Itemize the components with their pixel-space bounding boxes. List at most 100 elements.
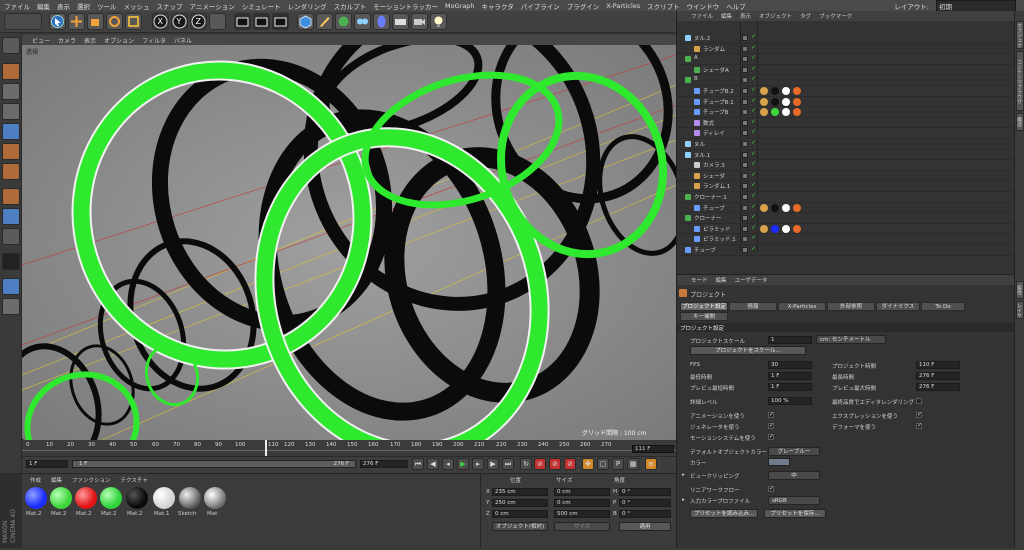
y-axis-lock[interactable]: Y: [171, 13, 188, 30]
recent-tool-icon[interactable]: [125, 13, 142, 30]
object-row[interactable]: A ✓: [677, 54, 1014, 65]
pen-icon[interactable]: [316, 13, 333, 30]
end-frame-field[interactable]: 276 F: [360, 460, 408, 468]
enable-check-icon[interactable]: ✓: [751, 160, 756, 167]
object-row[interactable]: クローナー.1 ✓: [677, 192, 1014, 203]
3d-viewport[interactable]: 透視 グリッド間隔 : 100 cm: [22, 45, 676, 440]
object-row[interactable]: ピラミッド ✓: [677, 224, 1014, 235]
menu-item[interactable]: スナップ: [157, 1, 183, 11]
attribute-menu-item[interactable]: モード: [691, 276, 708, 284]
visibility-toggle[interactable]: [742, 119, 748, 126]
attribute-menu-item[interactable]: 編集: [716, 276, 727, 284]
save-preset-button[interactable]: プリセットを保存...: [764, 509, 826, 518]
tab-structure[interactable]: 構造: [1016, 113, 1024, 131]
object-row[interactable]: ピラミッド.1 ✓: [677, 234, 1014, 245]
object-row[interactable]: チューブB ✓: [677, 107, 1014, 118]
playhead[interactable]: [265, 440, 267, 456]
fps-field[interactable]: 30: [768, 361, 812, 369]
layout-select[interactable]: 初期: [936, 0, 1016, 11]
material-tag-icon[interactable]: [760, 224, 768, 233]
material-menu-item[interactable]: ファンクション: [72, 476, 111, 484]
apply-button[interactable]: 適用: [619, 522, 671, 531]
object-row[interactable]: ヌル.2 ✓: [677, 33, 1014, 44]
material-swatch[interactable]: [100, 487, 122, 509]
tab-info[interactable]: 情報: [729, 302, 777, 311]
select-tool-icon[interactable]: [49, 13, 66, 30]
size-mode-select[interactable]: サイズ: [554, 522, 610, 531]
min-time-field[interactable]: 1 F: [768, 372, 812, 380]
attribute-menu-item[interactable]: ユーザデータ: [735, 276, 768, 284]
viewport-menu-item[interactable]: ビュー: [32, 36, 50, 45]
cube-icon[interactable]: [297, 13, 314, 30]
material-tag-icon[interactable]: [793, 97, 801, 106]
rotate-tool-icon[interactable]: [106, 13, 123, 30]
position-x-field[interactable]: 235 cm: [492, 488, 548, 496]
menu-item[interactable]: 編集: [37, 1, 50, 11]
enable-check-icon[interactable]: ✓: [751, 75, 756, 82]
material-tag-icon[interactable]: [760, 97, 768, 106]
object-row[interactable]: クローナー ✓: [677, 213, 1014, 224]
scale-unit-select[interactable]: cm: センチメートル: [816, 335, 886, 344]
material-tag-icon[interactable]: [771, 97, 779, 106]
visibility-toggle[interactable]: [742, 247, 748, 253]
enable-check-icon[interactable]: ✓: [751, 245, 756, 252]
lod-field[interactable]: 100 %: [768, 397, 812, 405]
lock-icon[interactable]: [2, 298, 20, 315]
rotation-b-field[interactable]: 0 °: [619, 510, 671, 518]
go-to-start-icon[interactable]: ⏮: [412, 458, 424, 470]
material-swatch[interactable]: [50, 487, 72, 509]
viewport-menu-item[interactable]: カメラ: [58, 36, 76, 45]
loop-icon[interactable]: ↻: [520, 458, 532, 470]
make-editable-icon[interactable]: [2, 37, 20, 54]
material-tag-icon[interactable]: [793, 203, 801, 212]
material-tag-icon[interactable]: [782, 203, 790, 212]
input-profile-select[interactable]: sRGB: [768, 496, 820, 505]
visibility-toggle[interactable]: [742, 45, 748, 52]
tab-references[interactable]: 外部参照: [827, 302, 875, 311]
menu-item[interactable]: レンダリング: [288, 1, 327, 11]
visibility-toggle[interactable]: [742, 130, 748, 137]
magnet-icon[interactable]: [2, 278, 20, 295]
render-settings-icon[interactable]: [272, 13, 289, 30]
key-param-icon[interactable]: P: [612, 458, 624, 470]
scale-tool-icon[interactable]: [87, 13, 104, 30]
material-tag-icon[interactable]: [782, 87, 790, 95]
object-row[interactable]: カメラ.3 ✓: [677, 160, 1014, 171]
material-swatch[interactable]: [75, 487, 97, 509]
menu-item[interactable]: ファイル: [4, 1, 30, 11]
z-axis-lock[interactable]: Z: [190, 13, 207, 30]
object-menu-item[interactable]: オブジェクト: [759, 12, 792, 20]
object-row[interactable]: ヌル ✓: [677, 139, 1014, 150]
edges-mode-icon[interactable]: [2, 143, 20, 160]
viewport-menu-item[interactable]: 表示: [84, 36, 96, 45]
menu-item[interactable]: シミュレート: [242, 1, 281, 11]
menu-item[interactable]: プラグイン: [567, 1, 600, 11]
prev-key-icon[interactable]: ◀: [427, 458, 439, 470]
scale-project-button[interactable]: プロジェクトをスケール...: [690, 346, 806, 355]
object-row[interactable]: ランダム.1 ✓: [677, 181, 1014, 192]
material-swatch[interactable]: [179, 487, 201, 509]
tab-key-interpolation[interactable]: キー補間: [680, 312, 728, 321]
view-clipping-select[interactable]: 中: [768, 471, 820, 480]
go-to-end-icon[interactable]: ⏭: [502, 458, 514, 470]
workplane-icon[interactable]: [2, 103, 20, 120]
scene-icon[interactable]: [392, 13, 409, 30]
texture-mode-icon[interactable]: [2, 83, 20, 100]
size-z-field[interactable]: 500 cm: [554, 510, 610, 518]
enable-check-icon[interactable]: ✓: [751, 33, 756, 40]
polygons-mode-icon[interactable]: [2, 163, 20, 180]
object-row[interactable]: チューブB.1 ✓: [677, 97, 1014, 108]
visibility-toggle[interactable]: [742, 77, 748, 84]
use-motion-checkbox[interactable]: ✓: [768, 434, 774, 440]
menu-item[interactable]: 表示: [57, 1, 70, 11]
enable-check-icon[interactable]: ✓: [751, 234, 756, 241]
menu-item[interactable]: ウインドウ: [687, 1, 720, 11]
object-row[interactable]: 数式 ✓: [677, 118, 1014, 129]
coord-mode-select[interactable]: オブジェクト(相対): [492, 522, 548, 531]
position-z-field[interactable]: 0 cm: [492, 510, 548, 518]
enable-check-icon[interactable]: ✓: [751, 203, 756, 210]
menu-item[interactable]: メッシュ: [124, 1, 150, 11]
key-position-icon[interactable]: ✥: [582, 458, 594, 470]
visibility-toggle[interactable]: [742, 109, 748, 116]
enable-check-icon[interactable]: ✓: [751, 192, 756, 199]
